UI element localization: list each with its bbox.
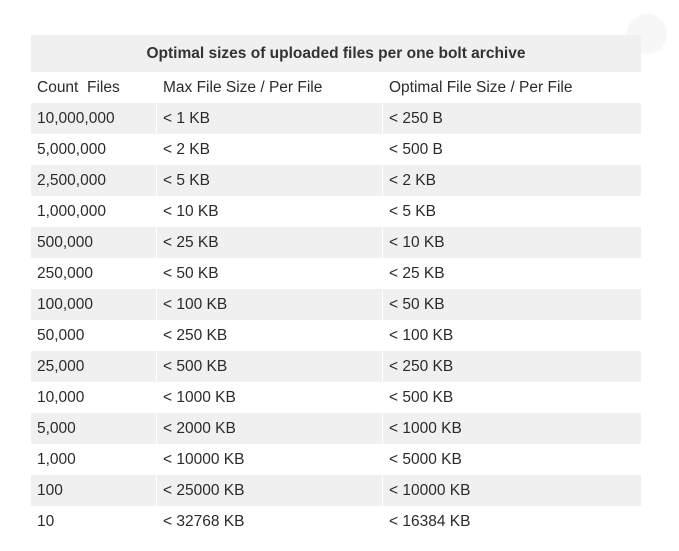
table-row: 1,000 < 10000 KB < 5000 KB xyxy=(31,444,641,475)
cell-optimal-file-size: < 500 B xyxy=(389,140,443,158)
cell-count-files: 10,000,000 xyxy=(37,109,115,127)
cell-max-file-size: < 50 KB xyxy=(163,264,219,282)
cell-max-file-size: < 10000 KB xyxy=(163,450,245,468)
cell-max-file-size: < 25000 KB xyxy=(156,475,382,506)
cell-count-files: 1,000 xyxy=(37,450,76,468)
table-row: 5,000 < 2000 KB < 1000 KB xyxy=(31,413,641,444)
cell-max-file-size: < 250 KB xyxy=(163,326,228,344)
table-row: 10,000,000 < 1 KB < 250 B xyxy=(31,103,641,134)
cell-count-files: 500,000 xyxy=(37,233,94,251)
cell-max-file-size: < 100 KB xyxy=(156,289,382,320)
cell-optimal-file-size: < 5000 KB xyxy=(389,450,462,468)
cell-count-files: 50,000 xyxy=(37,326,85,344)
header-optimal-file-size: Optimal File Size / Per File xyxy=(389,78,573,96)
file-size-table: Optimal sizes of uploaded files per one … xyxy=(31,35,641,537)
table-row: 1,000,000 < 10 KB < 5 KB xyxy=(31,196,641,227)
cell-optimal-file-size: < 500 KB xyxy=(389,388,454,406)
table-row: 50,000 < 250 KB < 100 KB xyxy=(31,320,641,351)
table-body: 10,000,000 < 1 KB < 250 B 5,000,000 < 2 KB < … xyxy=(31,103,641,537)
cell-max-file-size: < 2 KB xyxy=(163,140,210,158)
cell-optimal-file-size: < 250 KB xyxy=(382,351,641,382)
cell-max-file-size: < 5 KB xyxy=(156,165,382,196)
table-row: 25,000 < 500 KB < 250 KB xyxy=(31,351,641,382)
cell-count-files: 5,000 xyxy=(37,419,76,437)
cell-max-file-size: < 1 KB xyxy=(156,103,382,134)
cell-max-file-size: < 500 KB xyxy=(156,351,382,382)
cell-count-files: 5,000,000 xyxy=(37,140,106,158)
cell-count-files: 10,000 xyxy=(37,388,85,406)
cell-count-files: 25,000 xyxy=(37,357,85,375)
cell-max-file-size: < 32768 KB xyxy=(163,512,245,530)
cell-count-files: 2,500,000 xyxy=(37,171,106,189)
table-row: 5,000,000 < 2 KB < 500 B xyxy=(31,134,641,165)
cell-optimal-file-size: < 16384 KB xyxy=(389,512,471,530)
table-row: 100,000 < 100 KB < 50 KB xyxy=(31,289,641,320)
cell-count-files: 250,000 xyxy=(37,264,94,282)
cell-optimal-file-size: < 5 KB xyxy=(389,202,436,220)
cell-optimal-file-size: < 10000 KB xyxy=(382,475,641,506)
cell-optimal-file-size: < 50 KB xyxy=(382,289,641,320)
cell-optimal-file-size: < 10 KB xyxy=(382,227,641,258)
table-row: 250,000 < 50 KB < 25 KB xyxy=(31,258,641,289)
cell-max-file-size: < 2000 KB xyxy=(156,413,382,444)
cell-count-files: 100,000 xyxy=(37,295,94,313)
cell-optimal-file-size: < 2 KB xyxy=(382,165,641,196)
table-row: 2,500,000 < 5 KB < 2 KB xyxy=(31,165,641,196)
cell-optimal-file-size: < 25 KB xyxy=(389,264,445,282)
cell-count-files: 1,000,000 xyxy=(37,202,106,220)
cell-optimal-file-size: < 1000 KB xyxy=(382,413,641,444)
cell-optimal-file-size: < 250 B xyxy=(382,103,641,134)
cell-max-file-size: < 1000 KB xyxy=(163,388,236,406)
cell-max-file-size: < 10 KB xyxy=(163,202,219,220)
cell-count-files: 10 xyxy=(37,512,55,530)
header-max-file-size: Max File Size / Per File xyxy=(163,78,323,96)
cell-max-file-size: < 25 KB xyxy=(156,227,382,258)
table-caption: Optimal sizes of uploaded files per one … xyxy=(31,35,641,72)
header-count-files: Count Files xyxy=(37,78,120,96)
table-row: 100 < 25000 KB < 10000 KB xyxy=(31,475,641,506)
cell-optimal-file-size: < 100 KB xyxy=(389,326,454,344)
table-row: 10 < 32768 KB < 16384 KB xyxy=(31,506,641,537)
table-header-row: Count Files Max File Size / Per File Opt… xyxy=(31,72,641,103)
table-row: 500,000 < 25 KB < 10 KB xyxy=(31,227,641,258)
cell-count-files: 100 xyxy=(37,481,63,499)
table-row: 10,000 < 1000 KB < 500 KB xyxy=(31,382,641,413)
